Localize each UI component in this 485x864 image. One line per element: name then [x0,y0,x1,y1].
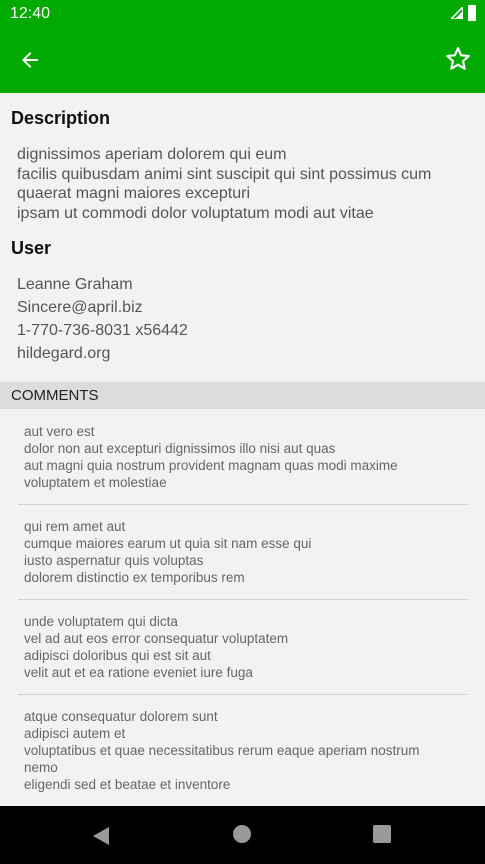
description-line: facilis quibusdam animi sint suscipit qu… [17,165,432,183]
comment-item[interactable]: atque consequatur dolorem sunt adipisci … [24,708,467,793]
comment-line: unde voluptatem qui dicta [24,614,178,629]
comment-item[interactable]: qui rem amet aut cumque maiores earum ut… [24,518,467,586]
nav-home-icon[interactable] [233,825,251,843]
description-line: quaerat magni maiores excepturi [17,185,251,202]
signal-icon [451,7,463,19]
nav-back-icon[interactable] [92,826,110,846]
comment-line: aut magni quia nostrum provident magnam … [24,458,398,473]
divider [18,599,467,600]
comment-line: vel ad aut eos error consequatur volupta… [24,631,289,646]
comment-line: voluptatibus et quae necessitatibus reru… [24,743,420,758]
star-outline-icon[interactable] [445,46,471,72]
comment-line: qui rem amet aut [24,519,126,534]
user-name: Leanne Graham [17,276,133,293]
comment-line: aut vero est [24,424,95,439]
description-line: dignissimos aperiam dolorem qui eum [17,146,287,163]
status-time: 12:40 [10,5,51,22]
comment-line: adipisci doloribus qui est sit aut [24,648,211,663]
comment-item[interactable]: aut vero est dolor non aut excepturi dig… [24,423,467,491]
status-bar: 12:40 [0,0,485,28]
user-heading: User [11,238,52,258]
comment-item[interactable]: unde voluptatem qui dicta vel ad aut eos… [24,613,467,681]
user-info: Leanne Graham Sincere@april.biz 1-770-73… [17,273,465,365]
comment-line: voluptatem et molestiae [24,475,167,490]
comment-line: iusto aspernatur quis voluptas [24,553,204,568]
divider [18,694,467,695]
comments-header: COMMENTS [0,382,485,409]
comment-line: nemo [24,760,58,775]
user-website: hildegard.org [17,345,111,362]
app-toolbar [0,28,485,93]
description-line: ipsam ut commodi dolor voluptatum modi a… [17,204,374,222]
user-email: Sincere@april.biz [17,299,143,316]
description-text: dignissimos aperiam dolorem qui eum faci… [17,145,465,223]
battery-icon [468,5,476,21]
nav-recents-icon[interactable] [373,825,391,843]
comment-line: atque consequatur dolorem sunt [24,709,218,724]
comment-line: cumque maiores earum ut quia sit nam ess… [24,536,312,551]
comment-line: velit aut et ea ratione eveniet iure fug… [24,665,253,680]
comment-line: eligendi sed et beatae et inventore [24,777,231,792]
divider [18,504,467,505]
user-phone: 1-770-736-8031 x56442 [17,322,188,339]
system-navigation-bar [0,806,485,864]
comment-line: dolorem distinctio ex temporibus rem [24,570,245,585]
comments-header-label: COMMENTS [11,387,99,404]
comment-line: adipisci autem et [24,726,126,741]
description-heading: Description [11,108,111,128]
comment-line: dolor non aut excepturi dignissimos illo… [24,441,336,456]
arrow-back-icon[interactable] [18,48,42,72]
